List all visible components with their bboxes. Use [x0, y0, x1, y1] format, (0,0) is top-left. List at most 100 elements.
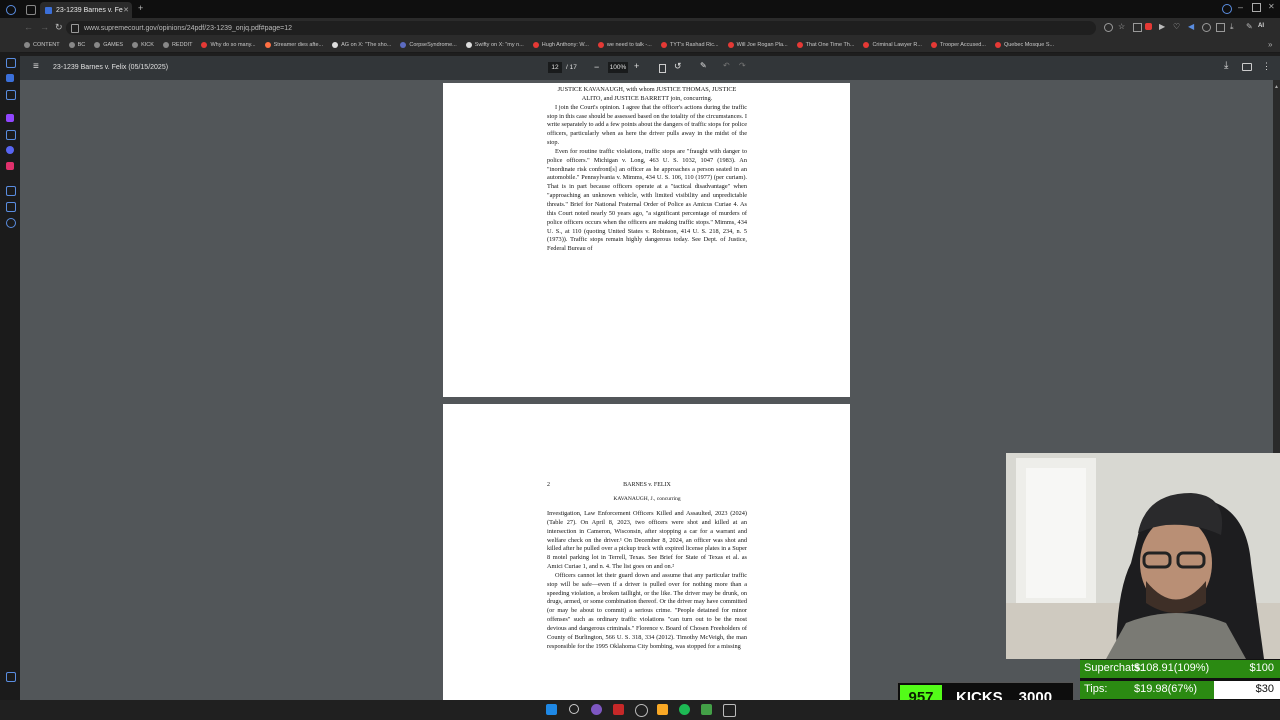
- sidebar-home-icon[interactable]: [6, 58, 16, 68]
- pdf-title: 23-1239 Barnes v. Felix (05/15/2025): [53, 64, 169, 71]
- puzzle-icon[interactable]: [1216, 23, 1225, 32]
- bookmark-item[interactable]: Quebec Mosque S...: [994, 42, 1055, 48]
- xbox-taskbar-icon[interactable]: [701, 704, 712, 715]
- pdf-download-icon[interactable]: ⤓: [1224, 60, 1228, 71]
- bookmark-item[interactable]: Streamer dies afte...: [264, 42, 324, 48]
- close-window-icon[interactable]: ✕: [1268, 2, 1275, 11]
- bookmark-item[interactable]: AG on X: "The sho...: [332, 42, 391, 48]
- sidebar-settings-icon[interactable]: [6, 672, 16, 682]
- bookmark-label: Streamer dies afte...: [273, 42, 324, 48]
- reload-icon[interactable]: ↻: [55, 22, 63, 33]
- browser-taskbar-icon[interactable]: [591, 704, 602, 715]
- page1-heading: JUSTICE KAVANAUGH, with whom JUSTICE THO…: [557, 86, 737, 102]
- bookmark-label: TYT's Rashad Ric...: [669, 42, 719, 48]
- bookmark-item[interactable]: Will Joe Rogan Pla...: [727, 42, 788, 48]
- bookmark-favicon-icon: [994, 42, 1001, 48]
- back-icon[interactable]: ←: [24, 22, 33, 32]
- print-icon[interactable]: [1242, 63, 1252, 71]
- sidebar-twitch-icon[interactable]: [6, 114, 14, 122]
- fit-page-icon[interactable]: [659, 64, 666, 73]
- bookmark-item[interactable]: Why do so many...: [201, 42, 256, 48]
- bookmark-item[interactable]: REDDIT: [162, 42, 192, 48]
- bookmark-favicon-icon: [796, 42, 803, 48]
- bookmark-item[interactable]: Hugh Anthony: W...: [532, 42, 589, 48]
- sidebar-downloads-icon[interactable]: [6, 202, 16, 212]
- obs-taskbar-icon[interactable]: [723, 704, 736, 717]
- bookmark-item[interactable]: CONTENT: [24, 42, 60, 48]
- sidebar-discord-icon[interactable]: [6, 146, 14, 154]
- menu-icon[interactable]: ≡: [33, 62, 39, 72]
- page2-subhead: KAVANAUGH, J., concurring: [613, 496, 681, 502]
- bookmarks-list: CONTENT BC GAMES KICK REDDIT Why do so many..…: [24, 42, 1063, 48]
- zoom-input[interactable]: 100%: [608, 62, 628, 73]
- bookmark-favicon-icon: [660, 42, 667, 48]
- media-icon[interactable]: ◀: [1188, 22, 1194, 31]
- scroll-up-icon[interactable]: ▲: [1274, 84, 1279, 90]
- bookmark-item[interactable]: TYT's Rashad Ric...: [660, 42, 719, 48]
- goal-value: $108.91(109%): [1134, 662, 1210, 674]
- spotify-taskbar-icon[interactable]: [679, 704, 690, 715]
- bookmark-item[interactable]: Swifty on X: "my n...: [465, 42, 524, 48]
- app-taskbar-icon[interactable]: [613, 704, 624, 715]
- bookmark-item[interactable]: BC: [68, 42, 86, 48]
- goal-row: Superchats: $108.91(109%) $100: [1080, 659, 1280, 679]
- files-taskbar-icon[interactable]: [657, 704, 668, 715]
- bookmark-label: AG on X: "The sho...: [341, 42, 392, 48]
- bookmark-label: BC: [77, 42, 86, 48]
- site-info-icon[interactable]: [71, 24, 79, 33]
- bookmark-favicon-icon: [264, 42, 271, 48]
- more-bookmarks-icon[interactable]: »: [1268, 40, 1272, 49]
- bookmark-item[interactable]: That One Time Th...: [796, 42, 854, 48]
- bookmark-item[interactable]: GAMES: [94, 42, 123, 48]
- close-tab-icon[interactable]: ✕: [123, 6, 129, 14]
- settings-icon[interactable]: [1202, 23, 1211, 32]
- profile-icon[interactable]: [1222, 4, 1232, 14]
- undo-icon[interactable]: ↶: [723, 61, 730, 70]
- page2-text: Investigation, Law Enforcement Officers …: [547, 510, 747, 652]
- page2-paragraph: Investigation, Law Enforcement Officers …: [547, 510, 747, 571]
- maximize-icon[interactable]: [1252, 3, 1261, 12]
- redo-icon[interactable]: ↷: [739, 61, 746, 70]
- sidebar-bookmarks-icon[interactable]: [6, 90, 16, 100]
- sidebar-notes-icon[interactable]: [6, 186, 16, 196]
- more-options-icon[interactable]: ⋮: [1262, 61, 1271, 72]
- ai-icon[interactable]: AI: [1258, 23, 1264, 29]
- bookmark-label: Quebec Mosque S...: [1003, 42, 1055, 48]
- folder-icon: [132, 42, 139, 48]
- ublock-icon[interactable]: [1145, 23, 1152, 30]
- sidebar-messenger-icon[interactable]: [6, 74, 14, 82]
- sidebar-clock-icon[interactable]: [6, 218, 16, 228]
- heart-icon[interactable]: ♡: [1173, 22, 1180, 31]
- new-tab-icon[interactable]: +: [138, 3, 143, 13]
- bookmark-star-icon[interactable]: ☆: [1118, 22, 1125, 31]
- tab-active[interactable]: 23-1239 Barnes v. Felix (0 ✕: [40, 2, 132, 18]
- minimize-icon[interactable]: –: [1238, 2, 1243, 12]
- bookmark-item[interactable]: Criminal Lawyer R...: [863, 42, 922, 48]
- bookmark-item[interactable]: KICK: [132, 42, 154, 48]
- search-icon[interactable]: [569, 704, 579, 714]
- tab-search-icon[interactable]: [26, 5, 36, 15]
- zoom-icon[interactable]: [1104, 23, 1113, 32]
- webcam-feed: [1006, 453, 1280, 659]
- zoom-in-icon[interactable]: +: [634, 61, 639, 71]
- bookmark-item[interactable]: CorpseSyndrome...: [400, 42, 457, 48]
- sidebar-history-icon[interactable]: [6, 130, 16, 140]
- download-icon[interactable]: ⤓: [1230, 22, 1234, 32]
- browser-logo-icon[interactable]: [6, 5, 16, 15]
- extension-icon[interactable]: [1133, 23, 1142, 32]
- supremecourt-favicon-icon: [45, 6, 52, 14]
- zoom-out-icon[interactable]: −: [594, 62, 599, 72]
- play-icon[interactable]: ▶: [1159, 22, 1165, 31]
- forward-icon[interactable]: →: [40, 22, 49, 32]
- chrome-taskbar-icon[interactable]: [635, 704, 648, 717]
- bookmark-item[interactable]: Trooper Accused...: [930, 42, 986, 48]
- address-bar[interactable]: www.supremecourt.gov/opinions/24pdf/23-1…: [66, 21, 1096, 35]
- page-number-input[interactable]: 12: [548, 62, 562, 73]
- goal-value: $19.98(67%): [1134, 682, 1197, 695]
- sidebar-instagram-icon[interactable]: [6, 162, 14, 170]
- start-icon[interactable]: [546, 704, 557, 715]
- rotate-icon[interactable]: ↺: [674, 61, 682, 72]
- bookmark-item[interactable]: we need to talk -...: [597, 42, 652, 48]
- annotate-icon[interactable]: ✎: [700, 61, 707, 70]
- edit-icon[interactable]: ✎: [1246, 22, 1253, 31]
